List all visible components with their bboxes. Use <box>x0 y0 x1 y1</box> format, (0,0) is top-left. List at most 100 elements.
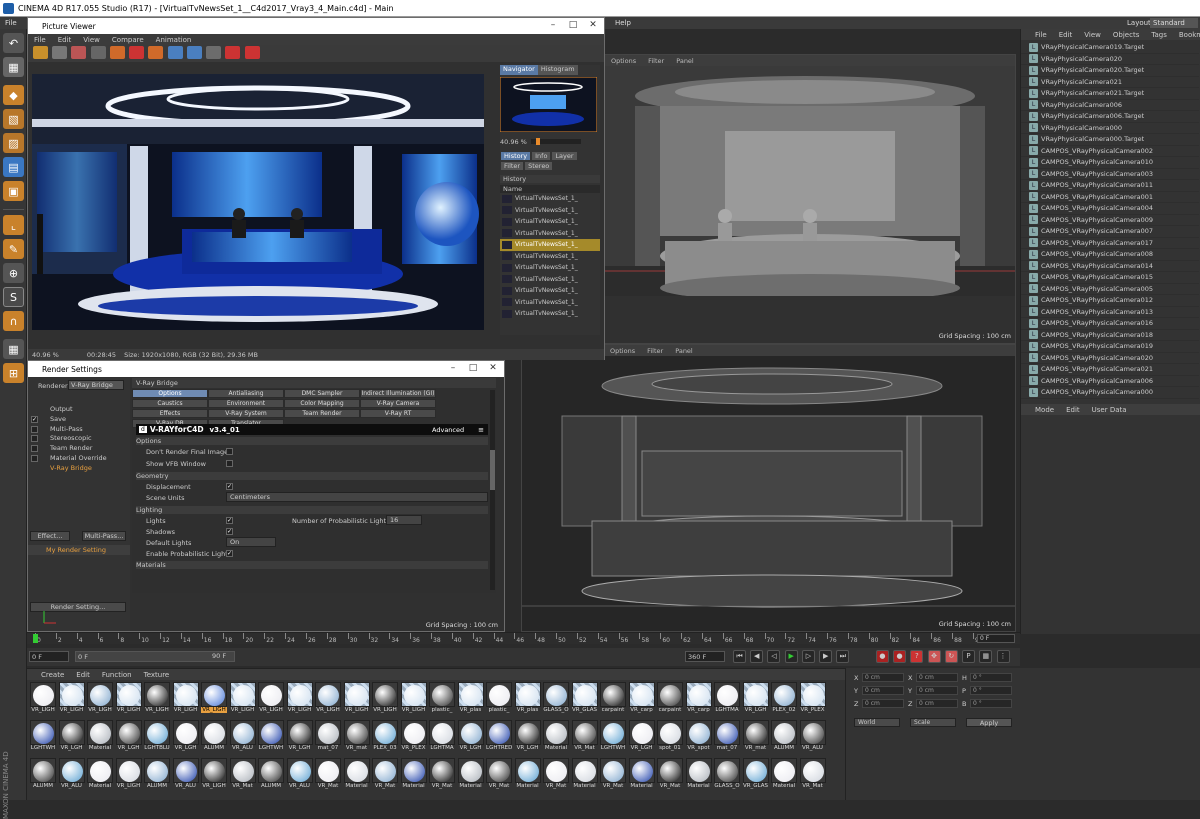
om-view[interactable]: View <box>1078 31 1107 39</box>
tab-histogram[interactable]: Histogram <box>537 65 578 75</box>
rs-tab[interactable]: Options <box>132 389 208 398</box>
material-swatch[interactable]: PLEX_02 <box>771 682 797 716</box>
material-swatch[interactable]: VR_LIGH <box>315 682 341 716</box>
tab-navigator[interactable]: Navigator <box>500 65 538 75</box>
mm-texture[interactable]: Texture <box>138 671 176 679</box>
material-swatch[interactable]: VR_LIGH <box>144 682 170 716</box>
material-swatch[interactable]: VR_LIGH <box>229 682 256 716</box>
material-swatch[interactable]: VR_ALU <box>286 758 313 792</box>
material-swatch[interactable]: VR_LIGH <box>172 682 199 716</box>
object-row[interactable]: L CAMPOS_VRayPhysicalCamera002 <box>1021 146 1199 157</box>
material-swatch[interactable]: VR_LIGH <box>115 682 142 716</box>
scale-key-icon[interactable]: P <box>962 650 976 663</box>
object-row[interactable]: L VRayPhysicalCamera000.Target <box>1021 134 1199 146</box>
rs-close-button[interactable]: ✕ <box>486 363 500 374</box>
material-swatch[interactable]: VR_LGH <box>58 720 85 754</box>
material-swatch[interactable]: carpaint <box>657 682 683 716</box>
object-row[interactable]: L CAMPOS_VRayPhysicalCamera000 <box>1021 387 1199 399</box>
material-swatch[interactable]: ALUMM <box>201 720 227 754</box>
b-icon[interactable] <box>244 46 260 59</box>
tab-filter[interactable]: Filter <box>501 162 524 170</box>
history-item[interactable]: VirtualTvNewsSet_1_ <box>500 216 600 228</box>
object-row[interactable]: L CAMPOS_VRayPhysicalCamera013 <box>1021 307 1199 318</box>
max-frame-field[interactable]: 360 F <box>685 651 725 662</box>
world-select[interactable]: World <box>854 718 900 727</box>
material-swatch[interactable]: VR_LIGH <box>201 758 227 792</box>
material-swatch[interactable]: VR_plas <box>514 682 541 716</box>
s-icon[interactable]: S <box>3 287 24 307</box>
am-mode[interactable]: Mode <box>1029 406 1060 414</box>
material-swatch[interactable]: Material <box>87 758 113 792</box>
region-icon[interactable] <box>90 46 106 59</box>
rs-tree-item[interactable]: Output <box>50 405 73 413</box>
rs-tab[interactable]: V-Ray Camera <box>360 399 436 408</box>
pv-file[interactable]: File <box>28 36 52 44</box>
vp-top-panel[interactable]: Panel <box>670 57 700 65</box>
material-swatch[interactable]: Material <box>457 758 484 792</box>
am-edit[interactable]: Edit <box>1060 406 1086 414</box>
material-swatch[interactable]: VR_LGH <box>742 682 769 716</box>
material-swatch[interactable]: Material <box>628 758 655 792</box>
object-row[interactable]: L VRayPhysicalCamera019.Target <box>1021 42 1199 54</box>
pv-animation[interactable]: Animation <box>150 36 198 44</box>
coord-field[interactable]: 0 ° <box>970 686 1012 695</box>
goto-start-icon[interactable]: ⏮ <box>733 650 746 663</box>
rs-tree-item[interactable]: Multi-Pass <box>50 425 83 433</box>
material-swatch[interactable]: VR_GLAS <box>742 758 769 792</box>
material-swatch[interactable]: VR_LIGH <box>30 682 56 716</box>
material-swatch[interactable]: Material <box>87 720 113 754</box>
material-swatch[interactable]: VR_Mat <box>543 758 569 792</box>
rs-maximize-button[interactable]: □ <box>466 363 480 374</box>
material-swatch[interactable]: VR_Mat <box>486 758 512 792</box>
material-swatch[interactable]: VR_ALU <box>799 720 826 754</box>
tab-stereo[interactable]: Stereo <box>525 162 553 170</box>
rs-tree-checkbox[interactable] <box>31 455 38 462</box>
material-swatch[interactable]: VR_Mat <box>799 758 826 792</box>
end-frame-field[interactable]: 90 F <box>212 651 232 662</box>
timeline-playhead[interactable] <box>33 634 38 643</box>
vp-bottom-options[interactable]: Options <box>604 347 641 355</box>
rs-tree-item[interactable]: Material Override <box>50 454 107 462</box>
rs-tree-checkbox[interactable] <box>31 435 38 443</box>
rs-tab[interactable]: Effects <box>132 409 208 418</box>
rs-tree-item[interactable]: Team Render <box>50 444 92 452</box>
move-key-icon[interactable]: ✥ <box>927 650 941 663</box>
material-swatch[interactable]: VR_mat <box>343 720 370 754</box>
magnet-icon[interactable]: ∩ <box>3 311 24 331</box>
tweak-icon[interactable]: ✎ <box>3 239 24 259</box>
history-item[interactable]: VirtualTvNewsSet_1_ <box>500 285 600 297</box>
material-swatch[interactable]: VR_LIGH <box>115 758 142 792</box>
object-row[interactable]: L CAMPOS_VRayPhysicalCamera018 <box>1021 330 1199 341</box>
material-swatch[interactable]: VR_LIGH <box>400 682 427 716</box>
axis-icon[interactable]: ⌞ <box>3 215 24 235</box>
rs-tab[interactable]: Antialiasing <box>208 389 284 398</box>
scale-select[interactable]: Scale <box>910 718 956 727</box>
shadows-checkbox[interactable]: ✓ <box>226 528 233 535</box>
apply-button[interactable]: Apply <box>966 718 1012 727</box>
history-item[interactable]: VirtualTvNewsSet_1_ <box>500 193 600 205</box>
rs-tab[interactable]: Color Mapping <box>284 399 360 408</box>
scene-units-select[interactable]: Centimeters <box>226 492 488 502</box>
mm-edit[interactable]: Edit <box>70 671 96 679</box>
model-mode-icon[interactable]: ▦ <box>3 57 24 77</box>
material-swatch[interactable]: mat_07 <box>315 720 341 754</box>
material-swatch[interactable]: VR_LIGH <box>87 682 113 716</box>
material-swatch[interactable]: VR_LGH <box>628 720 655 754</box>
material-swatch[interactable]: VR_carp <box>685 682 712 716</box>
rs-tab[interactable]: Environment <box>208 399 284 408</box>
coord-field[interactable]: 0 ° <box>970 673 1012 682</box>
rs-tree-checkbox[interactable]: ✓ <box>31 415 38 423</box>
history-item[interactable]: VirtualTvNewsSet_1_ <box>500 274 600 286</box>
material-swatch[interactable]: VR_GLAS <box>571 682 598 716</box>
vp-top-options[interactable]: Options <box>605 57 642 65</box>
rs-tab[interactable]: Caustics <box>132 399 208 408</box>
start-frame-field[interactable]: 0 F <box>29 651 69 662</box>
menu-file[interactable]: File <box>0 19 22 27</box>
om-file[interactable]: File <box>1029 31 1053 39</box>
coord-field[interactable]: 0 cm <box>862 686 904 695</box>
swap-icon[interactable] <box>206 46 222 59</box>
status-zoom[interactable]: 40.96 % <box>28 351 63 359</box>
material-swatch[interactable]: LGHTMA <box>429 720 455 754</box>
material-swatch[interactable]: Material <box>685 758 712 792</box>
minimize-button[interactable]: – <box>546 20 560 31</box>
